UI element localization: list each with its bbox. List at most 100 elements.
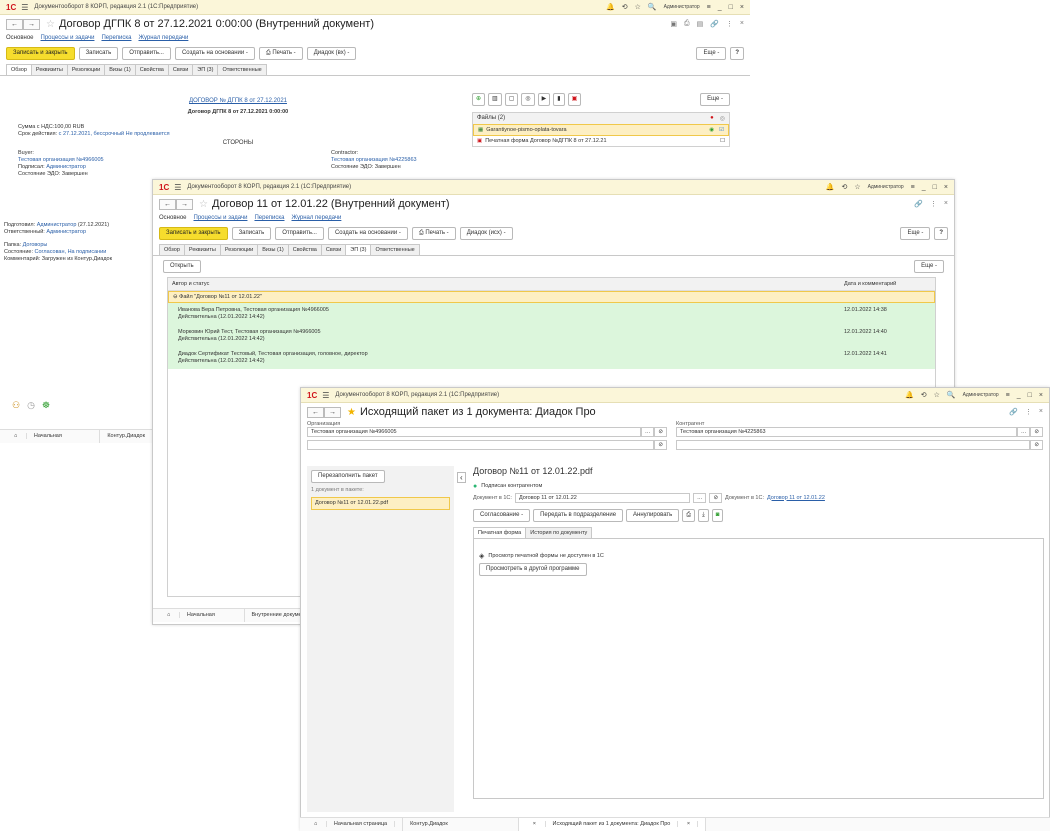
tab-responsible[interactable]: Ответственные	[217, 64, 267, 75]
contr-select-button[interactable]: …	[1016, 427, 1031, 437]
play-icon[interactable]: ▶	[537, 93, 551, 106]
responsible-user[interactable]: Администратор	[46, 229, 86, 235]
more-button[interactable]: Еще -	[900, 227, 931, 240]
tab-requisites[interactable]: Реквизиты	[183, 244, 221, 255]
link-icon[interactable]: 🔗	[710, 20, 719, 28]
contr-sub-link-icon[interactable]: ⊘	[1030, 440, 1043, 450]
internal-docs-tab[interactable]: Внутренние докуме	[245, 609, 303, 622]
users-icon[interactable]: ⚇	[12, 400, 20, 411]
buyer-org[interactable]: Тестовая организация №4966005	[18, 157, 331, 164]
table-row[interactable]: Морковин Юрий Тест, Тестовая организация…	[168, 325, 935, 347]
favorite-star-icon[interactable]: ☆	[199, 199, 208, 210]
tab-print-form[interactable]: Печатная форма	[473, 527, 527, 538]
maximize-icon[interactable]: □	[729, 4, 733, 11]
tab-links[interactable]: Связи	[320, 244, 347, 255]
route-icon[interactable]: ☸	[42, 400, 50, 411]
forward-button[interactable]: →	[176, 198, 193, 210]
user-name[interactable]: Администратор	[868, 184, 904, 190]
more-vert-icon[interactable]: ⋮	[930, 200, 937, 208]
diadoc-in-button[interactable]: Диадок (вх) -	[306, 47, 357, 60]
tab-properties[interactable]: Свойства	[287, 244, 322, 255]
history-icon[interactable]: ⟲	[622, 3, 628, 11]
search-icon[interactable]: 🔍	[648, 3, 657, 11]
more-vert-icon[interactable]: ⋮	[726, 20, 733, 28]
back-button[interactable]: ←	[307, 406, 324, 418]
notifications-icon[interactable]: 🔔	[826, 183, 835, 191]
open-button[interactable]: Открыть	[163, 260, 201, 273]
more-button[interactable]: Еще -	[696, 47, 727, 60]
favorite-star-icon[interactable]: ★	[347, 407, 356, 418]
diadoc-tab[interactable]: Контур.Диадок	[403, 818, 519, 831]
save-icon[interactable]: ▣	[670, 20, 677, 28]
tab-overview[interactable]: Обзор	[159, 244, 185, 255]
clock-icon[interactable]: ◷	[27, 400, 35, 411]
settings-icon[interactable]: ≡	[1006, 392, 1010, 399]
folder-link[interactable]: Договоры	[23, 242, 48, 248]
transfer-dept-button[interactable]: Передать в подразделение	[533, 509, 624, 522]
favorite-star-icon[interactable]: ☆	[46, 19, 55, 30]
home-tab[interactable]: ⌂ Начальная страница	[0, 430, 101, 445]
contr-sub-field[interactable]	[676, 440, 1031, 450]
save-button[interactable]: Записать	[78, 47, 119, 60]
file-name[interactable]: Garantiynoe-pismo-oplata-tovara	[486, 127, 566, 133]
notifications-icon[interactable]: 🔔	[606, 3, 615, 11]
back-button[interactable]: ←	[159, 198, 176, 210]
back-button[interactable]: ←	[6, 18, 23, 30]
approval-button[interactable]: Согласование -	[473, 509, 531, 522]
contractor-org[interactable]: Тестовая организация №4225863	[331, 157, 417, 164]
print-button[interactable]: ⎙ Печать -	[258, 47, 303, 60]
history-icon[interactable]: ⟲	[921, 391, 927, 399]
section-correspondence[interactable]: Переписка	[101, 35, 131, 41]
doc-link[interactable]: ДОГОВОР № ДГПК 8 от 27.12.2021	[18, 98, 458, 104]
prepared-by[interactable]: Администратор	[37, 222, 77, 228]
forward-button[interactable]: →	[23, 18, 40, 30]
org-link-icon[interactable]: ⊘	[654, 427, 667, 437]
list-more-button[interactable]: Еще -	[914, 260, 944, 273]
file-checkbox[interactable]: ☑	[719, 127, 724, 133]
section-processes[interactable]: Процессы и задачи	[41, 35, 95, 41]
menu-icon[interactable]: ☰	[21, 3, 28, 12]
link-icon[interactable]: 🔗	[914, 200, 923, 208]
home-tab[interactable]: ⌂ Начальная страница	[300, 818, 404, 831]
section-correspondence[interactable]: Переписка	[254, 215, 284, 221]
create-based-button[interactable]: Создать на основании -	[174, 47, 255, 60]
refill-package-button[interactable]: Перезаполнить пакет	[311, 470, 385, 483]
section-main[interactable]: Основное	[6, 35, 34, 41]
help-button[interactable]: ?	[730, 47, 744, 60]
search-icon[interactable]: 🔍	[947, 391, 956, 399]
file-checkbox[interactable]: ☐	[720, 138, 725, 144]
outgoing-package-tab[interactable]: × Исходящий пакет из 1 документа: Диадок…	[518, 818, 707, 831]
save-close-button[interactable]: Записать и закрыть	[159, 227, 228, 240]
forward-button[interactable]: →	[324, 406, 341, 418]
notifications-icon[interactable]: 🔔	[905, 391, 914, 399]
send-button[interactable]: Отправить...	[122, 47, 171, 60]
section-main[interactable]: Основное	[159, 215, 187, 221]
diadoc-icon[interactable]: ◙	[711, 509, 724, 522]
pdf-icon[interactable]: ▣	[567, 93, 582, 106]
save-button[interactable]: Записать	[231, 227, 272, 240]
lock-icon[interactable]: ▮	[553, 93, 565, 106]
user-name[interactable]: Администратор	[963, 392, 999, 398]
menu-icon[interactable]: ☰	[322, 391, 329, 400]
buyer-signed[interactable]: Администратор	[46, 164, 86, 170]
help-button[interactable]: ?	[934, 227, 948, 240]
file-name[interactable]: Печатная форма Договор №ДГПК 8 от 27.12.…	[485, 138, 606, 144]
tab-visas[interactable]: Визы (1)	[104, 64, 136, 75]
window-close-icon[interactable]: ×	[944, 200, 948, 208]
doc1c-link-icon[interactable]: ⊘	[709, 493, 723, 503]
term-value[interactable]: с 27.12.2021, бессрочный Не продлевается	[59, 131, 170, 137]
print-icon[interactable]: ⎙	[684, 20, 690, 28]
tab-signatures[interactable]: ЭП (3)	[345, 244, 372, 255]
col-date[interactable]: Дата и комментарий	[844, 281, 896, 287]
annul-button[interactable]: Аннулировать	[626, 509, 680, 522]
maximize-icon[interactable]: □	[933, 184, 937, 191]
table-row[interactable]: Иванова Вера Петровна, Тестовая организа…	[168, 303, 935, 325]
list-item[interactable]: Договор №11 от 12.01.22.pdf	[311, 497, 450, 510]
org-select-button[interactable]: …	[640, 427, 655, 437]
history-icon[interactable]: ⟲	[841, 183, 847, 191]
doc1c-select-button[interactable]: …	[692, 493, 707, 503]
tab-properties[interactable]: Свойства	[134, 64, 169, 75]
tab-close-icon-2[interactable]: ×	[678, 821, 699, 827]
print-button[interactable]: ⎙ Печать -	[411, 227, 456, 240]
tab-overview[interactable]: Обзор	[6, 64, 32, 75]
